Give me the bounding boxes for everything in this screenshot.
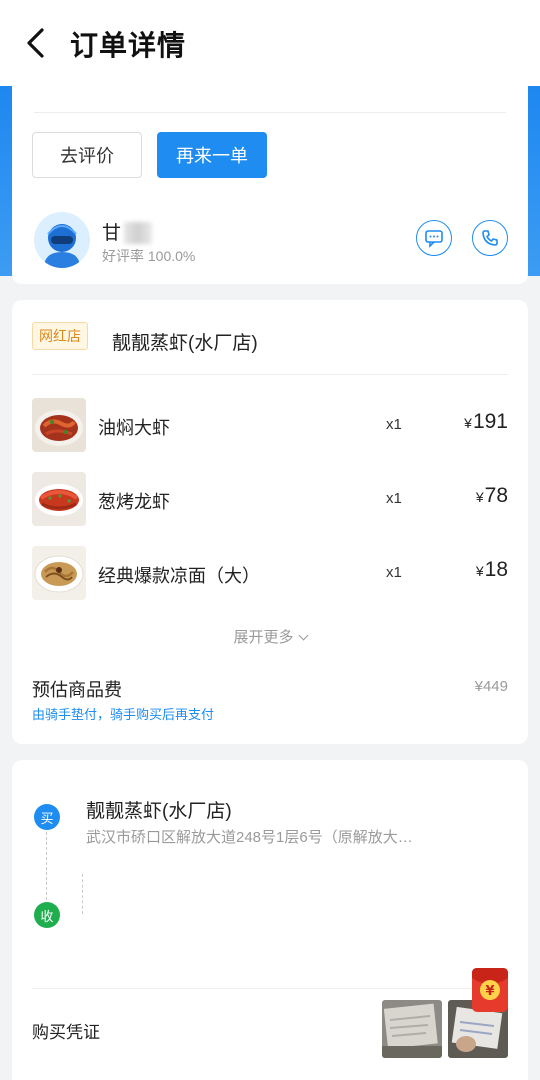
- item-price: ¥191: [464, 410, 508, 434]
- back-arrow-icon[interactable]: [22, 26, 52, 60]
- red-packet-icon[interactable]: ¥: [470, 966, 510, 1014]
- store-badge: 网红店: [32, 322, 88, 350]
- order-item: 油焖大虾 x1 ¥191: [12, 398, 528, 454]
- top-bar: 订单详情: [0, 0, 540, 86]
- buy-badge: 买: [34, 804, 60, 830]
- route-line: [46, 832, 47, 900]
- item-quantity: x1: [386, 416, 402, 433]
- divider: [32, 988, 508, 989]
- item-price-value: 78: [484, 484, 508, 507]
- rider-avatar: [34, 212, 90, 268]
- rider-name-mask: [124, 222, 152, 244]
- order-status-card: 去评价 再来一单 甘 好评率 100.0%: [12, 86, 528, 284]
- chat-icon[interactable]: [416, 220, 452, 256]
- item-name: 葱烤龙虾: [98, 492, 170, 512]
- currency-symbol: ¥: [475, 563, 484, 579]
- voucher-photo[interactable]: [382, 1000, 442, 1058]
- voucher-label: 购买凭证: [32, 1023, 100, 1042]
- fee-value: ¥449: [474, 678, 508, 695]
- review-button[interactable]: 去评价: [32, 132, 142, 178]
- chevron-down-icon: [298, 630, 308, 641]
- rider-rating: 好评率 100.0%: [102, 248, 196, 264]
- reorder-button[interactable]: 再来一单: [157, 132, 267, 178]
- order-item: 经典爆款凉面（大） x1 ¥18: [12, 546, 528, 602]
- store-name[interactable]: 靓靓蒸虾(水厂店): [112, 328, 258, 355]
- item-price-value: 18: [484, 558, 508, 581]
- receive-badge: 收: [34, 902, 60, 928]
- item-image: [32, 546, 86, 600]
- item-name: 油焖大虾: [98, 418, 170, 438]
- item-quantity: x1: [386, 564, 402, 581]
- pickup-address: 武汉市硚口区解放大道248号1层6号（原解放大…: [86, 829, 413, 846]
- route-line: [82, 874, 83, 914]
- currency-symbol: ¥: [475, 489, 484, 505]
- item-image: [32, 398, 86, 452]
- order-item: 葱烤龙虾 x1 ¥78: [12, 472, 528, 528]
- item-price-value: 191: [472, 410, 508, 433]
- phone-icon[interactable]: [472, 220, 508, 256]
- address-card: 买 收 靓靓蒸虾(水厂店) 武汉市硚口区解放大道248号1层6号（原解放大… 购…: [12, 760, 528, 1080]
- divider: [34, 112, 506, 113]
- fee-note: 由骑手垫付，骑手购买后再支付: [32, 707, 215, 722]
- expand-more-button[interactable]: 展开更多: [12, 626, 528, 647]
- currency-symbol: ¥: [464, 415, 472, 431]
- expand-more-label: 展开更多: [233, 629, 294, 646]
- rider-name: 甘: [102, 223, 122, 244]
- red-packet-symbol: ¥: [485, 984, 494, 999]
- item-name: 经典爆款凉面（大）: [98, 566, 260, 586]
- item-quantity: x1: [386, 490, 402, 507]
- fee-label: 预估商品费: [32, 680, 122, 700]
- divider: [32, 374, 508, 375]
- page-title: 订单详情: [70, 30, 187, 61]
- item-image: [32, 472, 86, 526]
- pickup-store-name: 靓靓蒸虾(水厂店): [86, 801, 232, 822]
- item-price: ¥78: [476, 484, 508, 508]
- order-items-card: 网红店 靓靓蒸虾(水厂店) 油焖大虾 x1 ¥191 葱烤龙虾 x1 ¥78 经…: [12, 300, 528, 744]
- item-price: ¥18: [476, 558, 508, 582]
